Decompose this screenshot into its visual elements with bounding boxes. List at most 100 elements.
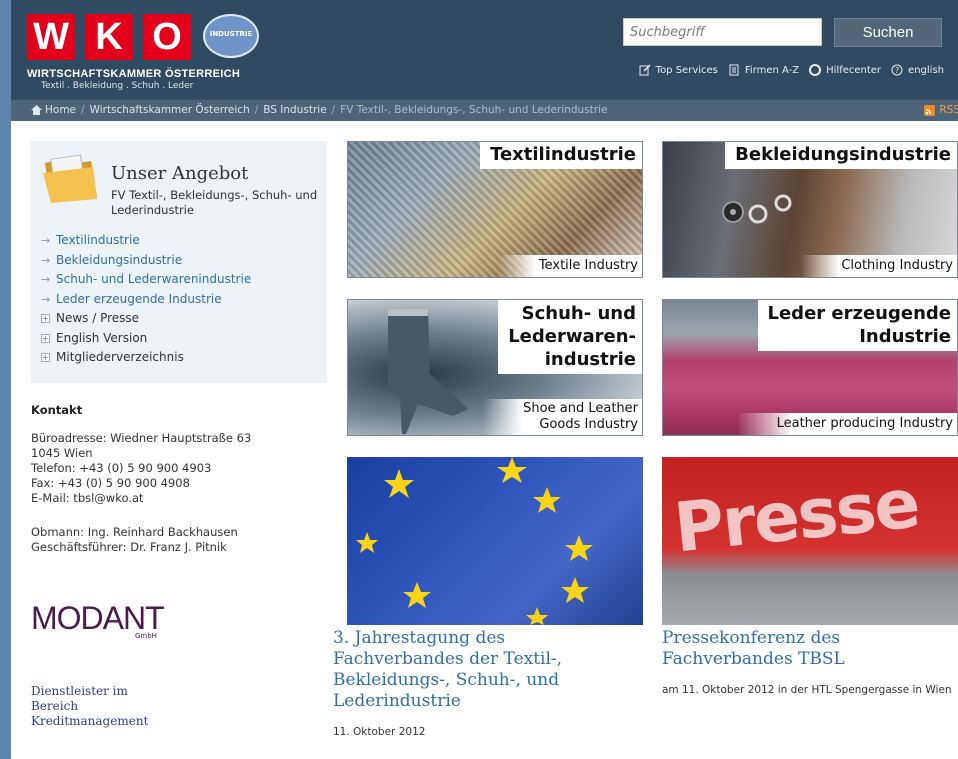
tile-foot: Shoe and Leather Goods Industry xyxy=(483,399,642,435)
tile-leder-erzeugende[interactable]: Leder erzeugende Industrie Leather produ… xyxy=(662,299,958,436)
tile-textilindustrie[interactable]: Textilindustrie Textile Industry xyxy=(347,141,643,278)
news-date: am 11. Oktober 2012 in der HTL Spengerga… xyxy=(662,684,952,696)
offer-box: Unser Angebot FV Textil-, Bekleidungs-, … xyxy=(31,141,327,383)
arrow-right-icon: → xyxy=(41,292,51,306)
list-item[interactable]: → Leder erzeugende Industrie xyxy=(41,290,251,310)
english-link[interactable]: ? english xyxy=(891,64,944,76)
link-bekleidungsindustrie[interactable]: Bekleidungsindustrie xyxy=(56,251,182,271)
document-icon xyxy=(729,64,739,76)
contact-people: Obmann: Ing. Reinhard Backhausen Geschäf… xyxy=(31,525,238,555)
lifebuoy-icon xyxy=(809,64,822,76)
arrow-right-icon: → xyxy=(41,234,51,247)
logo-letter-o: O xyxy=(143,14,191,60)
contact-chairman: Obmann: Ing. Reinhard Backhausen xyxy=(31,525,238,539)
tile-title-line: Leder erzeugende xyxy=(767,303,952,324)
expand-plus-icon[interactable]: + xyxy=(41,333,50,343)
tile-bekleidungsindustrie[interactable]: Bekleidungsindustrie Clothing Industry xyxy=(662,141,958,278)
arrow-right-icon: → xyxy=(41,253,51,267)
breadcrumb: Home / Wirtschaftskammer Österreich / BS… xyxy=(31,104,608,116)
tile-title-line: Schuh- und xyxy=(521,303,636,324)
news-title-jahrestagung[interactable]: 3. Jahrestagung des Fachverbandes der Te… xyxy=(333,628,629,712)
tile-foot: Textile Industry xyxy=(498,255,642,277)
tile-title: Textilindustrie xyxy=(480,142,642,169)
contact-fax: Fax: +43 (0) 5 90 900 4908 xyxy=(31,476,190,490)
offer-list: → Textilindustrie → Bekleidungsindustrie →… xyxy=(41,231,251,368)
contact-address: Büroadresse: Wiedner Hauptstraße 63 xyxy=(31,431,252,445)
list-item[interactable]: + Mitgliederverzeichnis xyxy=(41,348,251,368)
search-button[interactable]: Suchen xyxy=(834,18,942,47)
list-item[interactable]: → Textilindustrie xyxy=(41,231,251,251)
rss-link[interactable]: RSS xyxy=(924,104,958,116)
news-date: 11. Oktober 2012 xyxy=(333,726,426,738)
contact-heading: Kontakt xyxy=(31,403,83,417)
sponsor-line: Bereich xyxy=(31,699,79,713)
folder-icon xyxy=(43,154,97,203)
link-mitgliederverzeichnis[interactable]: Mitgliederverzeichnis xyxy=(56,348,184,368)
news-image-eu-flag[interactable] xyxy=(347,457,643,625)
sponsor-line: Kreditmanagement xyxy=(31,714,149,728)
hilfecenter-label: Hilfecenter xyxy=(826,64,882,76)
contact-phone: Telefon: +43 (0) 5 90 900 4903 xyxy=(31,461,212,475)
org-name: WIRTSCHAFTSKAMMER ÖSTERREICH xyxy=(27,68,241,80)
modant-gmbh: GmbH xyxy=(135,632,157,640)
tile-title-line: industrie xyxy=(544,349,636,370)
breadcrumb-bs-industrie[interactable]: BS Industrie xyxy=(263,104,326,116)
tile-title: Leder erzeugende Industrie xyxy=(757,300,957,351)
presse-image-text: Presse xyxy=(670,464,923,569)
contact-manager: Geschäftsführer: Dr. Franz J. Pitnik xyxy=(31,540,227,554)
tile-foot-line: Shoe and Leather xyxy=(523,401,638,416)
offer-title: Unser Angebot xyxy=(111,163,249,184)
link-schuh-lederwaren[interactable]: Schuh- und Lederwarenindustrie xyxy=(56,270,251,290)
tile-foot: Clothing Industry xyxy=(801,255,957,277)
breadcrumb-separator: / xyxy=(331,104,336,116)
top-services-link[interactable]: Top Services xyxy=(639,64,718,76)
buttons-image xyxy=(722,194,792,224)
org-subtitle: Textil . Bekleidung . Schuh . Leder xyxy=(41,81,194,91)
tile-schuh-lederwaren[interactable]: Schuh- und Lederwaren- industrie Shoe an… xyxy=(347,299,643,436)
rss-icon xyxy=(924,104,936,116)
tile-foot-line: Goods Industry xyxy=(539,417,638,432)
link-english-version[interactable]: English Version xyxy=(56,329,147,349)
list-item[interactable]: → Schuh- und Lederwarenindustrie xyxy=(41,270,251,290)
list-item[interactable]: + English Version xyxy=(41,329,251,349)
tile-title-line: Industrie xyxy=(859,326,951,347)
news-title-pressekonferenz[interactable]: Pressekonferenz des Fachverbandes TBSL xyxy=(662,628,958,670)
english-label: english xyxy=(908,64,944,76)
search-input[interactable] xyxy=(623,18,822,46)
edit-icon xyxy=(639,64,651,76)
link-leder-erzeugende[interactable]: Leder erzeugende Industrie xyxy=(56,290,222,310)
sponsor-text[interactable]: Dienstleister im Bereich Kreditmanagemen… xyxy=(31,684,148,729)
tile-title: Bekleidungsindustrie xyxy=(725,142,957,169)
firmen-az-label: Firmen A-Z xyxy=(744,64,800,76)
breadcrumb-home[interactable]: Home xyxy=(45,104,76,116)
contact-city: 1045 Wien xyxy=(31,446,93,460)
list-item[interactable]: + News / Presse xyxy=(41,309,251,329)
page: W K O INDUSTRIE WIRTSCHAFTSKAMMER ÖSTERR… xyxy=(11,0,958,759)
contact-email[interactable]: E-Mail: tbsl@wko.at xyxy=(31,491,251,506)
hilfecenter-link[interactable]: Hilfecenter xyxy=(809,64,881,76)
expand-plus-icon[interactable]: + xyxy=(41,353,50,363)
tile-foot: Leather producing Industry xyxy=(736,413,957,435)
offer-subtitle: FV Textil-, Bekleidungs-, Schuh- und Led… xyxy=(111,188,318,217)
arrow-right-icon: → xyxy=(41,273,51,286)
expand-plus-icon[interactable]: + xyxy=(41,314,50,324)
link-news-presse[interactable]: News / Presse xyxy=(56,309,139,329)
boot-image xyxy=(388,309,468,434)
home-icon xyxy=(31,105,42,115)
service-links: Top Services Firmen A-Z Hilfecenter ? en… xyxy=(639,64,944,76)
top-services-label: Top Services xyxy=(655,64,718,76)
sponsor-line: Dienstleister im xyxy=(31,684,128,698)
industrie-badge: INDUSTRIE xyxy=(203,14,259,58)
help-circle-icon: ? xyxy=(891,64,903,76)
rss-label: RSS xyxy=(939,104,958,116)
breadcrumb-current: FV Textil-, Bekleidungs-, Schuh- und Led… xyxy=(340,104,608,116)
breadcrumb-separator: / xyxy=(81,104,85,116)
news-image-presse[interactable]: Presse xyxy=(662,457,958,625)
breadcrumb-wko[interactable]: Wirtschaftskammer Österreich xyxy=(90,104,250,116)
list-item[interactable]: → Bekleidungsindustrie xyxy=(41,251,251,271)
breadcrumb-bar: Home / Wirtschaftskammer Österreich / BS… xyxy=(11,99,958,121)
tile-title: Schuh- und Lederwaren- industrie xyxy=(498,300,642,374)
breadcrumb-separator: / xyxy=(254,104,259,116)
firmen-az-link[interactable]: Firmen A-Z xyxy=(728,64,799,76)
link-textilindustrie[interactable]: Textilindustrie xyxy=(56,231,140,251)
